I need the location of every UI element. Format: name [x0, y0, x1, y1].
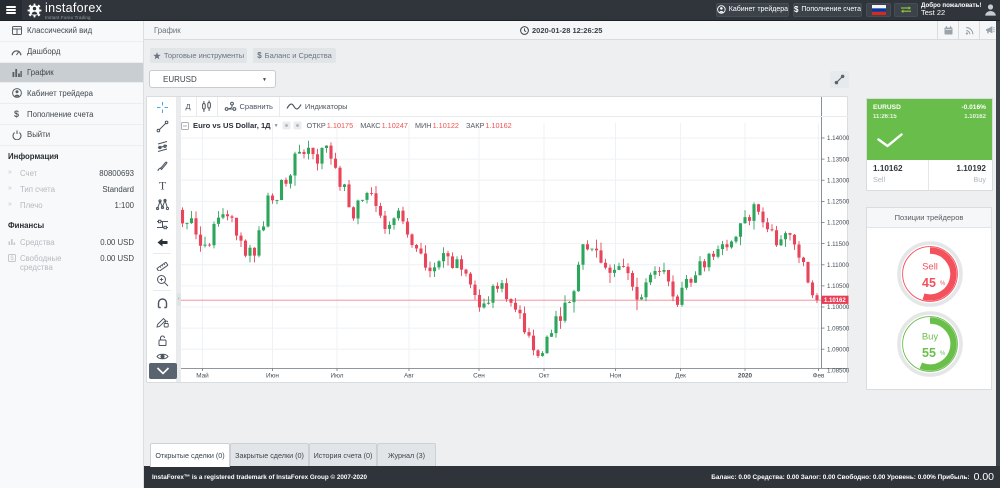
svg-text:Сен: Сен	[473, 373, 485, 380]
svg-text:2020: 2020	[738, 373, 753, 380]
svg-text:Фев: Фев	[813, 373, 825, 380]
svg-text:Июн: Июн	[266, 373, 279, 380]
svg-text:Ноя: Ноя	[610, 373, 622, 380]
svg-text:Авг: Авг	[404, 373, 415, 380]
svg-text:45: 45	[922, 276, 936, 290]
svg-text:1.12000: 1.12000	[827, 220, 849, 227]
svg-text:%: %	[940, 351, 946, 357]
svg-text:1.09500: 1.09500	[827, 325, 849, 332]
svg-text:1.12500: 1.12500	[827, 199, 849, 206]
svg-text:1.10000: 1.10000	[827, 304, 849, 311]
svg-text:1.11000: 1.11000	[827, 262, 849, 269]
svg-text:Дек: Дек	[675, 373, 686, 380]
svg-text:1.08500: 1.08500	[827, 368, 849, 375]
svg-text:1.09000: 1.09000	[827, 346, 849, 353]
svg-text:T: T	[158, 179, 166, 192]
svg-text:Sell: Sell	[922, 262, 938, 273]
svg-text:Июл: Июл	[331, 373, 344, 380]
svg-text:Buy: Buy	[922, 332, 939, 343]
svg-text:1.14000: 1.14000	[827, 135, 849, 142]
svg-text:1.13000: 1.13000	[827, 178, 849, 185]
svg-text:1.10500: 1.10500	[827, 283, 849, 290]
svg-text:Май: Май	[196, 372, 209, 380]
svg-text:1.11500: 1.11500	[827, 241, 849, 248]
svg-text:%: %	[940, 281, 946, 287]
svg-text:1.10162: 1.10162	[824, 298, 846, 304]
svg-text:1.13500: 1.13500	[827, 156, 849, 163]
svg-text:Окт: Окт	[539, 373, 550, 380]
svg-text:55: 55	[922, 346, 936, 360]
